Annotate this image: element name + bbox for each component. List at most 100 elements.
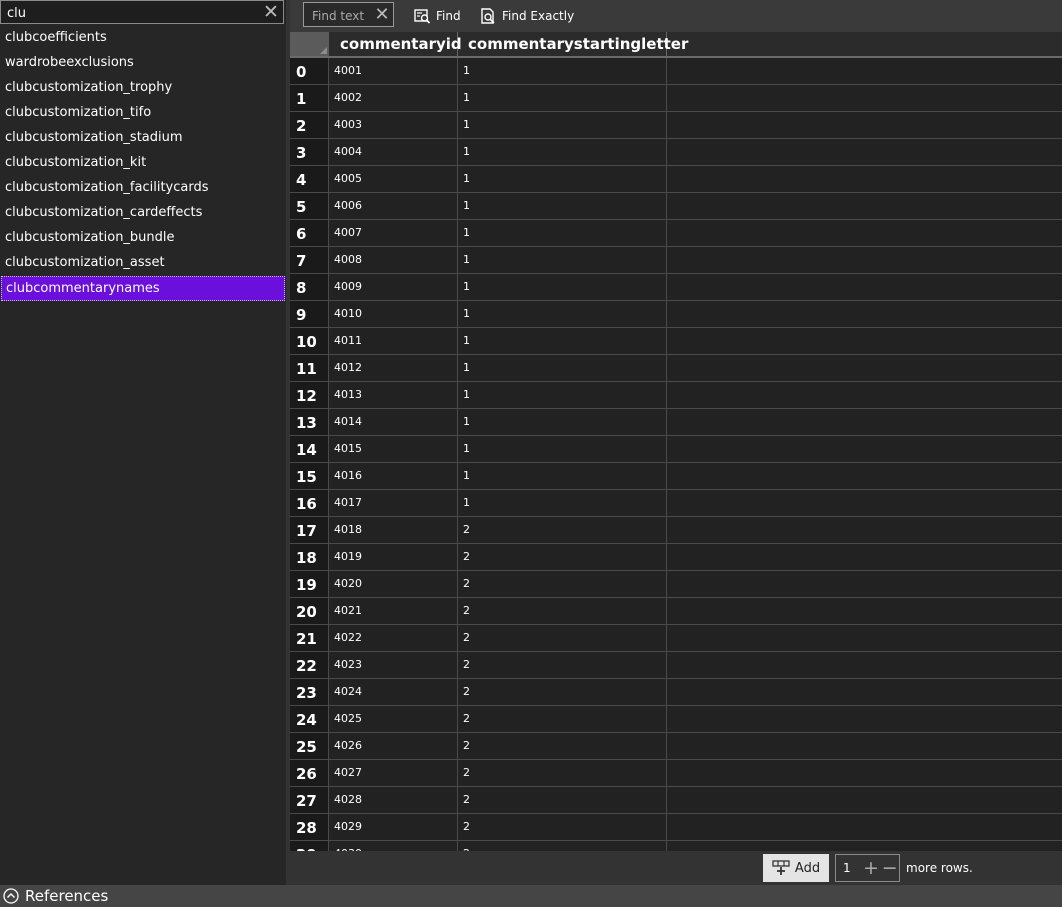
row-header[interactable]: 27 xyxy=(290,787,329,813)
table-row[interactable]: 16 4017 1 xyxy=(290,490,1062,517)
cell-commentarystartingletter[interactable]: 2 xyxy=(458,760,667,786)
find-button[interactable]: Find xyxy=(414,6,461,26)
cell-commentarystartingletter[interactable]: 1 xyxy=(458,490,667,516)
cell-commentaryid[interactable]: 4018 xyxy=(330,517,458,543)
cell-commentarystartingletter[interactable]: 2 xyxy=(458,733,667,759)
row-header[interactable]: 6 xyxy=(290,220,329,246)
table-row[interactable]: 21 4022 2 xyxy=(290,625,1062,652)
table-list-item[interactable]: clubcustomization_stadium xyxy=(0,126,286,151)
row-header[interactable]: 19 xyxy=(290,571,329,597)
table-row[interactable]: 22 4023 2 xyxy=(290,652,1062,679)
cell-commentarystartingletter[interactable]: 2 xyxy=(458,814,667,840)
table-row[interactable]: 8 4009 1 xyxy=(290,274,1062,301)
row-header[interactable]: 10 xyxy=(290,328,329,354)
table-list-item[interactable]: clubcustomization_cardeffects xyxy=(0,201,286,226)
row-header[interactable]: 24 xyxy=(290,706,329,732)
table-row[interactable]: 1 4002 1 xyxy=(290,85,1062,112)
column-header-commentarystartingletter[interactable]: commentarystartingletter xyxy=(458,32,688,56)
cell-commentaryid[interactable]: 4014 xyxy=(330,409,458,435)
row-header[interactable]: 21 xyxy=(290,625,329,651)
row-count-value[interactable]: 1 xyxy=(836,861,862,875)
cell-commentarystartingletter[interactable]: 1 xyxy=(458,139,667,165)
table-row[interactable]: 7 4008 1 xyxy=(290,247,1062,274)
table-row[interactable]: 27 4028 2 xyxy=(290,787,1062,814)
cell-commentarystartingletter[interactable]: 2 xyxy=(458,625,667,651)
table-row[interactable]: 15 4016 1 xyxy=(290,463,1062,490)
find-exactly-button[interactable]: Find Exactly xyxy=(480,6,574,26)
table-row[interactable]: 4 4005 1 xyxy=(290,166,1062,193)
cell-commentaryid[interactable]: 4002 xyxy=(330,85,458,111)
row-header[interactable]: 1 xyxy=(290,85,329,111)
cell-commentaryid[interactable]: 4017 xyxy=(330,490,458,516)
row-header[interactable]: 13 xyxy=(290,409,329,435)
cell-commentaryid[interactable]: 4030 xyxy=(330,841,458,851)
row-header[interactable]: 29 xyxy=(290,841,329,851)
table-list-item[interactable]: clubcustomization_facilitycards xyxy=(0,176,286,201)
table-row[interactable]: 23 4024 2 xyxy=(290,679,1062,706)
table-row[interactable]: 14 4015 1 xyxy=(290,436,1062,463)
cell-commentarystartingletter[interactable]: 1 xyxy=(458,166,667,192)
table-row[interactable]: 18 4019 2 xyxy=(290,544,1062,571)
cell-commentarystartingletter[interactable]: 1 xyxy=(458,409,667,435)
cell-commentaryid[interactable]: 4025 xyxy=(330,706,458,732)
cell-commentaryid[interactable]: 4003 xyxy=(330,112,458,138)
cell-commentaryid[interactable]: 4010 xyxy=(330,301,458,327)
row-header[interactable]: 8 xyxy=(290,274,329,300)
cell-commentarystartingletter[interactable]: 2 xyxy=(458,652,667,678)
table-row[interactable]: 10 4011 1 xyxy=(290,328,1062,355)
cell-commentarystartingletter[interactable]: 2 xyxy=(458,544,667,570)
table-list-item[interactable]: clubcustomization_bundle xyxy=(0,226,286,251)
cell-commentaryid[interactable]: 4021 xyxy=(330,598,458,624)
row-header[interactable]: 4 xyxy=(290,166,329,192)
table-list-item[interactable]: clubcustomization_trophy xyxy=(0,76,286,101)
table-row[interactable]: 13 4014 1 xyxy=(290,409,1062,436)
cell-commentaryid[interactable]: 4016 xyxy=(330,463,458,489)
row-header[interactable]: 2 xyxy=(290,112,329,138)
row-header[interactable]: 12 xyxy=(290,382,329,408)
row-header[interactable]: 7 xyxy=(290,247,329,273)
table-list-item[interactable]: clubcommentarynames xyxy=(1,276,285,301)
plus-icon[interactable]: + xyxy=(862,855,881,881)
row-header[interactable]: 18 xyxy=(290,544,329,570)
cell-commentarystartingletter[interactable]: 1 xyxy=(458,274,667,300)
cell-commentarystartingletter[interactable]: 1 xyxy=(458,436,667,462)
select-all-corner[interactable] xyxy=(290,32,329,56)
row-header[interactable]: 16 xyxy=(290,490,329,516)
cell-commentaryid[interactable]: 4008 xyxy=(330,247,458,273)
cell-commentarystartingletter[interactable]: 2 xyxy=(458,841,667,851)
cell-commentaryid[interactable]: 4015 xyxy=(330,436,458,462)
cell-commentarystartingletter[interactable]: 1 xyxy=(458,58,667,84)
row-header[interactable]: 17 xyxy=(290,517,329,543)
cell-commentaryid[interactable]: 4024 xyxy=(330,679,458,705)
cell-commentaryid[interactable]: 4004 xyxy=(330,139,458,165)
cell-commentaryid[interactable]: 4023 xyxy=(330,652,458,678)
cell-commentarystartingletter[interactable]: 1 xyxy=(458,193,667,219)
cell-commentarystartingletter[interactable]: 1 xyxy=(458,112,667,138)
table-row[interactable]: 9 4010 1 xyxy=(290,301,1062,328)
row-header[interactable]: 25 xyxy=(290,733,329,759)
close-icon[interactable]: ✕ xyxy=(262,2,280,22)
table-row[interactable]: 3 4004 1 xyxy=(290,139,1062,166)
cell-commentarystartingletter[interactable]: 2 xyxy=(458,787,667,813)
table-list-item[interactable]: clubcustomization_tifo xyxy=(0,101,286,126)
table-row[interactable]: 2 4003 1 xyxy=(290,112,1062,139)
table-row[interactable]: 11 4012 1 xyxy=(290,355,1062,382)
cell-commentaryid[interactable]: 4022 xyxy=(330,625,458,651)
cell-commentaryid[interactable]: 4028 xyxy=(330,787,458,813)
cell-commentarystartingletter[interactable]: 1 xyxy=(458,247,667,273)
cell-commentarystartingletter[interactable]: 2 xyxy=(458,571,667,597)
table-row[interactable]: 6 4007 1 xyxy=(290,220,1062,247)
table-row[interactable]: 28 4029 2 xyxy=(290,814,1062,841)
row-header[interactable]: 20 xyxy=(290,598,329,624)
column-header-commentaryid[interactable]: commentaryid xyxy=(330,32,462,56)
cell-commentaryid[interactable]: 4027 xyxy=(330,760,458,786)
cell-commentaryid[interactable]: 4020 xyxy=(330,571,458,597)
close-icon[interactable]: ✕ xyxy=(374,4,390,25)
cell-commentarystartingletter[interactable]: 1 xyxy=(458,463,667,489)
chevron-up-circle-icon[interactable] xyxy=(3,888,19,904)
table-search-input[interactable] xyxy=(1,1,265,25)
cell-commentarystartingletter[interactable]: 2 xyxy=(458,679,667,705)
table-row[interactable]: 24 4025 2 xyxy=(290,706,1062,733)
cell-commentaryid[interactable]: 4007 xyxy=(330,220,458,246)
table-row[interactable]: 5 4006 1 xyxy=(290,193,1062,220)
